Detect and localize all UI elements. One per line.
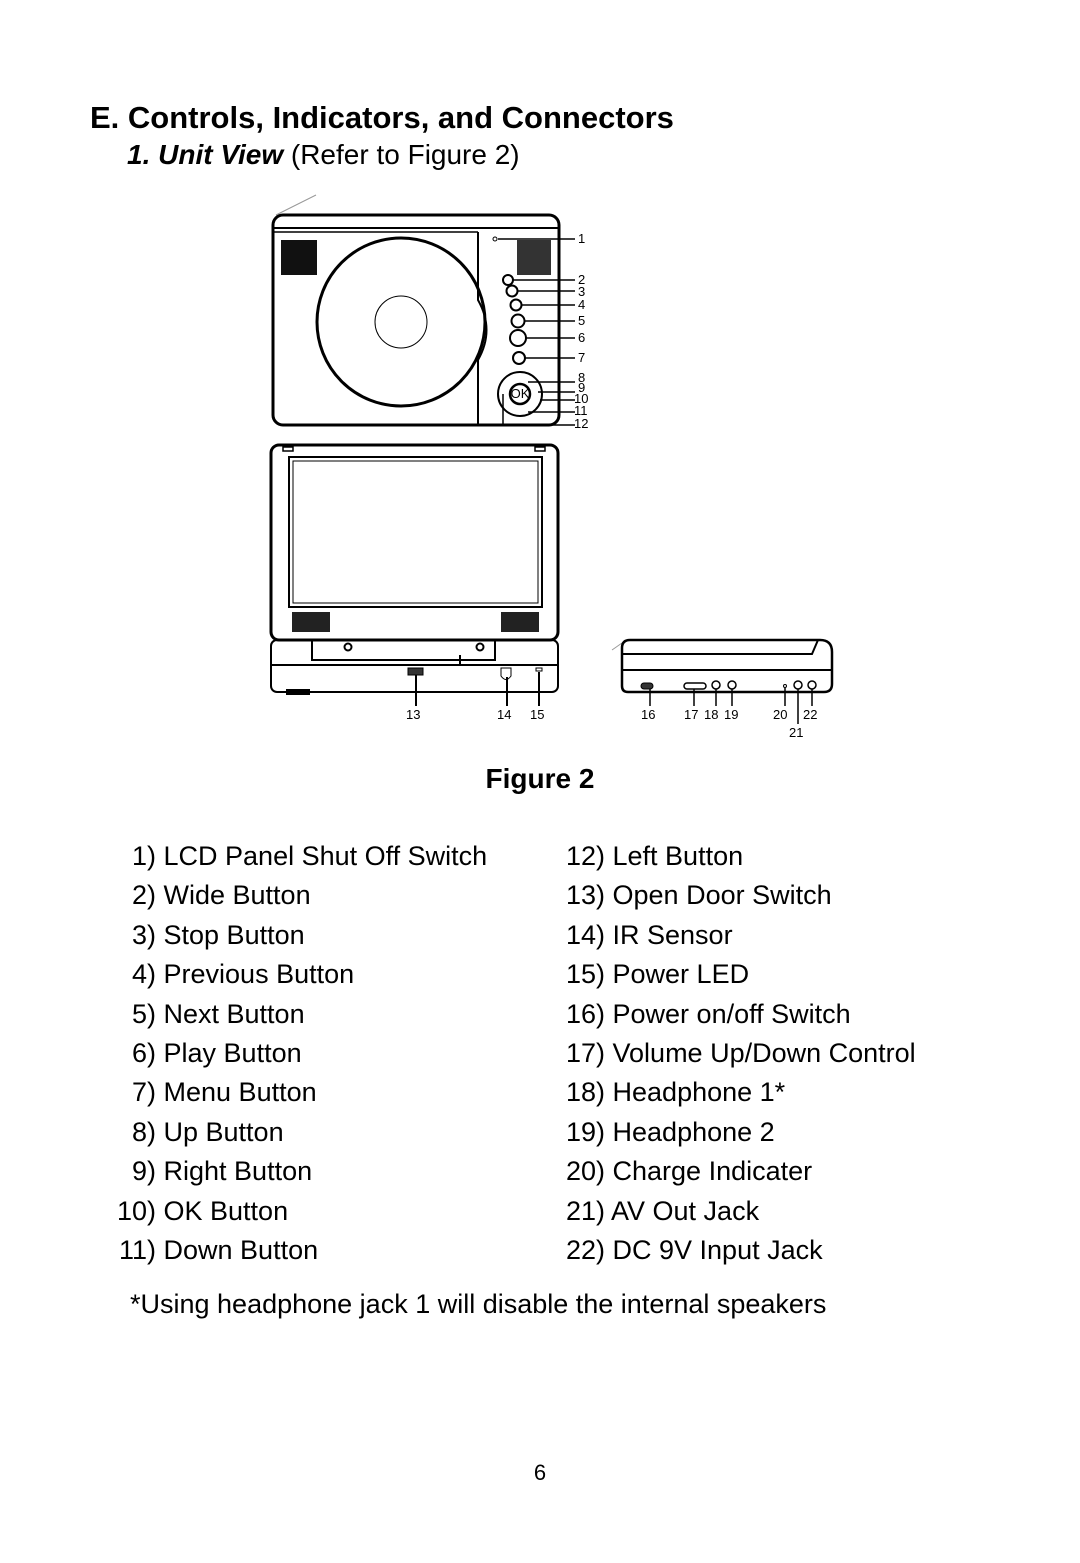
list-item: 5) Next Button (106, 999, 305, 1030)
item-label: Headphone 2 (612, 1116, 775, 1147)
callout-6: 6 (578, 330, 585, 345)
speaker-grille-right (517, 240, 551, 275)
item-label: LCD Panel Shut Off Switch (163, 841, 488, 871)
open-door-switch (407, 667, 424, 676)
item-label: Previous Button (163, 959, 355, 990)
item-number: 20) (565, 1156, 605, 1187)
callout-7: 7 (578, 350, 585, 365)
item-label: Up Button (163, 1116, 284, 1147)
item-number: 17) (565, 1038, 605, 1068)
page-number: 6 (533, 1460, 547, 1485)
item-label: AV Out Jack (611, 1195, 760, 1226)
list-item: 8) Up Button (106, 1117, 284, 1148)
item-label: Volume Up/Down Control (612, 1038, 916, 1068)
item-label: DC 9V Input Jack (612, 1235, 823, 1265)
item-number: 12) (565, 841, 605, 871)
callout-5: 5 (578, 313, 585, 328)
list-item: 20) Charge Indicater (560, 1156, 812, 1187)
item-label: Power on/off Switch (612, 998, 851, 1029)
callout-20: 20 (773, 707, 787, 722)
item-label: Power LED (612, 959, 750, 990)
list-item: 16) Power on/off Switch (560, 999, 851, 1030)
item-number: 14) (565, 919, 605, 950)
list-item: 11) Down Button (106, 1235, 318, 1266)
lcd-shutoff-switch (492, 236, 498, 242)
callout-1: 1 (578, 231, 585, 246)
item-label: IR Sensor (612, 919, 733, 950)
list-item: 2) Wide Button (106, 880, 311, 911)
disc-tray (315, 236, 487, 408)
item-number: 22) (565, 1235, 605, 1265)
list-item: 21) AV Out Jack (560, 1196, 759, 1227)
item-number: 9) (131, 1156, 156, 1187)
list-item: 19) Headphone 2 (560, 1117, 775, 1148)
callout-12: 12 (574, 416, 588, 431)
item-number: 4) (131, 959, 156, 990)
item-number: 15) (565, 959, 605, 990)
item-label: Wide Button (163, 880, 311, 911)
item-label: OK Button (163, 1195, 289, 1226)
list-item: 13) Open Door Switch (560, 880, 832, 911)
item-number: 19) (565, 1116, 605, 1147)
figure-caption: Figure 2 (485, 763, 595, 794)
item-number: 11) (118, 1235, 156, 1265)
callout-22: 22 (803, 707, 817, 722)
list-item: 1) LCD Panel Shut Off Switch (106, 841, 487, 872)
item-number: 10) (116, 1195, 156, 1226)
item-number: 16) (565, 998, 605, 1029)
item-label: Next Button (163, 998, 305, 1029)
item-number: 7) (131, 1077, 156, 1108)
item-label: Open Door Switch (612, 880, 832, 911)
ok-label: OK (511, 386, 530, 401)
callout-17: 17 (684, 707, 698, 722)
item-number: 8) (131, 1116, 156, 1147)
item-number: 6) (131, 1038, 156, 1068)
item-label: Down Button (163, 1235, 319, 1265)
list-item: 6) Play Button (106, 1038, 302, 1069)
list-item: 15) Power LED (560, 959, 749, 990)
list-item: 17) Volume Up/Down Control (560, 1038, 916, 1069)
item-label: Left Button (612, 841, 744, 871)
unit-side-view: 16 17 18 19 20 21 22 (611, 638, 834, 740)
list-item: 4) Previous Button (106, 959, 354, 990)
callout-4: 4 (578, 297, 585, 312)
list-item: 18) Headphone 1* (560, 1077, 785, 1108)
item-number: 13) (565, 880, 605, 911)
item-number: 21) (565, 1195, 605, 1226)
unit-front-view: 13 14 15 (269, 443, 560, 722)
list-item: 22) DC 9V Input Jack (560, 1235, 823, 1266)
item-label: Play Button (163, 1038, 302, 1068)
speaker-grille-left (281, 240, 317, 275)
callout-15: 15 (530, 707, 544, 722)
item-label: Stop Button (163, 919, 305, 950)
item-label: Charge Indicater (612, 1156, 813, 1187)
callout-21: 21 (789, 725, 803, 740)
list-item: 7) Menu Button (106, 1077, 317, 1108)
item-number: 18) (565, 1077, 605, 1108)
item-number: 5) (131, 998, 156, 1029)
item-number: 1) (131, 841, 156, 871)
item-label: Menu Button (163, 1077, 317, 1108)
item-number: 3) (131, 919, 156, 950)
callout-19: 19 (724, 707, 738, 722)
list-item: 9) Right Button (106, 1156, 312, 1187)
callout-13: 13 (406, 707, 420, 722)
item-label: Headphone 1* (612, 1077, 786, 1108)
footnote: *Using headphone jack 1 will disable the… (130, 1289, 827, 1319)
unit-top-view: OK 1 2 3 4 5 6 7 8 9 10 11 12 (271, 194, 588, 431)
list-item: 12) Left Button (560, 841, 743, 872)
item-label: Right Button (163, 1156, 313, 1187)
list-item: 10) OK Button (106, 1196, 288, 1227)
callout-14: 14 (497, 707, 511, 722)
lcd-screen (288, 456, 543, 608)
list-item: 3) Stop Button (106, 920, 305, 951)
callout-18: 18 (704, 707, 718, 722)
callout-16: 16 (641, 707, 655, 722)
item-number: 2) (131, 880, 156, 911)
list-item: 14) IR Sensor (560, 920, 733, 951)
unit-diagram: OK 1 2 3 4 5 6 7 8 9 10 11 12 13 14 15 1… (269, 194, 834, 740)
